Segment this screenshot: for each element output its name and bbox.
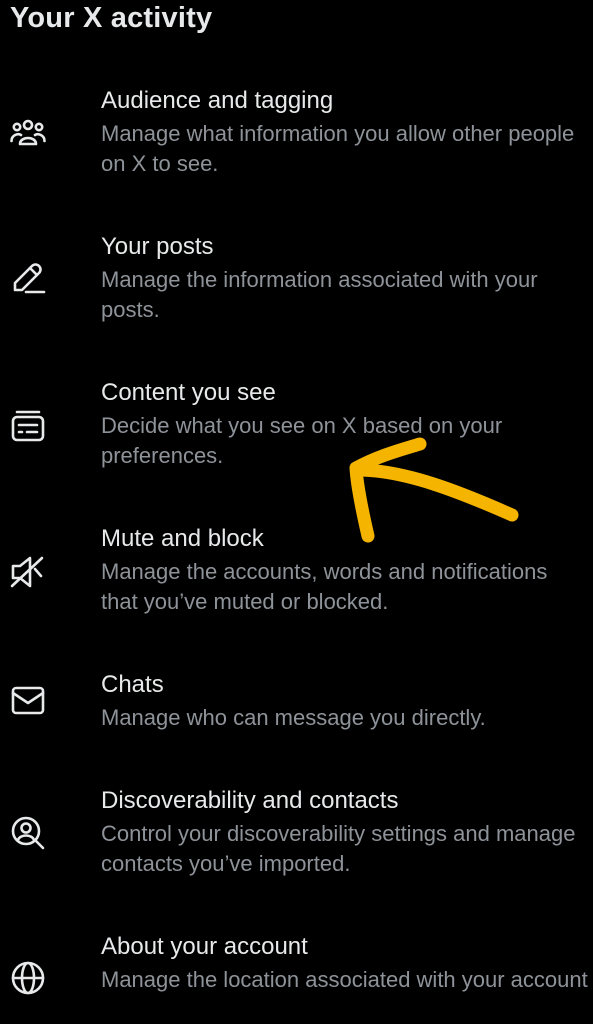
envelope-icon	[8, 680, 48, 720]
menu-item-your-posts[interactable]: Your posts Manage the information associ…	[0, 232, 593, 342]
content-card-icon	[8, 406, 48, 446]
menu-item-title: Chats	[101, 671, 164, 698]
menu-item-description: Control your discoverability settings an…	[101, 821, 576, 876]
menu-item-description: Manage the location associated with your…	[101, 967, 588, 992]
menu-item-description: Manage the information associated with y…	[101, 267, 538, 322]
menu-item-discoverability-and-contacts[interactable]: Discoverability and contacts Control you…	[0, 786, 593, 896]
person-search-icon	[8, 812, 48, 852]
menu-item-title: About your account	[101, 933, 308, 960]
menu-item-mute-and-block[interactable]: Mute and block Manage the accounts, word…	[0, 524, 593, 634]
menu-item-content-you-see[interactable]: Content you see Decide what you see on X…	[0, 378, 593, 488]
pencil-icon	[8, 258, 48, 298]
menu-item-chats[interactable]: Chats Manage who can message you directl…	[0, 670, 593, 750]
menu-item-about-your-account[interactable]: About your account Manage the location a…	[0, 932, 593, 1024]
muted-speaker-icon	[8, 552, 48, 592]
menu-item-title: Your posts	[101, 233, 214, 260]
menu-item-description: Manage what information you allow other …	[101, 121, 575, 176]
globe-icon	[8, 958, 48, 998]
menu-item-title: Mute and block	[101, 525, 264, 552]
settings-page: Your X activity Audience and tagging Man…	[0, 0, 593, 1024]
section-title: Your X activity	[10, 2, 213, 34]
menu-item-description: Manage the accounts, words and notificat…	[101, 559, 548, 614]
menu-item-title: Audience and tagging	[101, 87, 334, 114]
menu-item-description: Decide what you see on X based on your p…	[101, 413, 503, 468]
menu-item-title: Discoverability and contacts	[101, 787, 399, 814]
menu-item-description: Manage who can message you directly.	[101, 705, 486, 730]
menu-item-audience-and-tagging[interactable]: Audience and tagging Manage what informa…	[0, 86, 593, 196]
menu-item-title: Content you see	[101, 379, 276, 406]
people-icon	[8, 114, 48, 154]
